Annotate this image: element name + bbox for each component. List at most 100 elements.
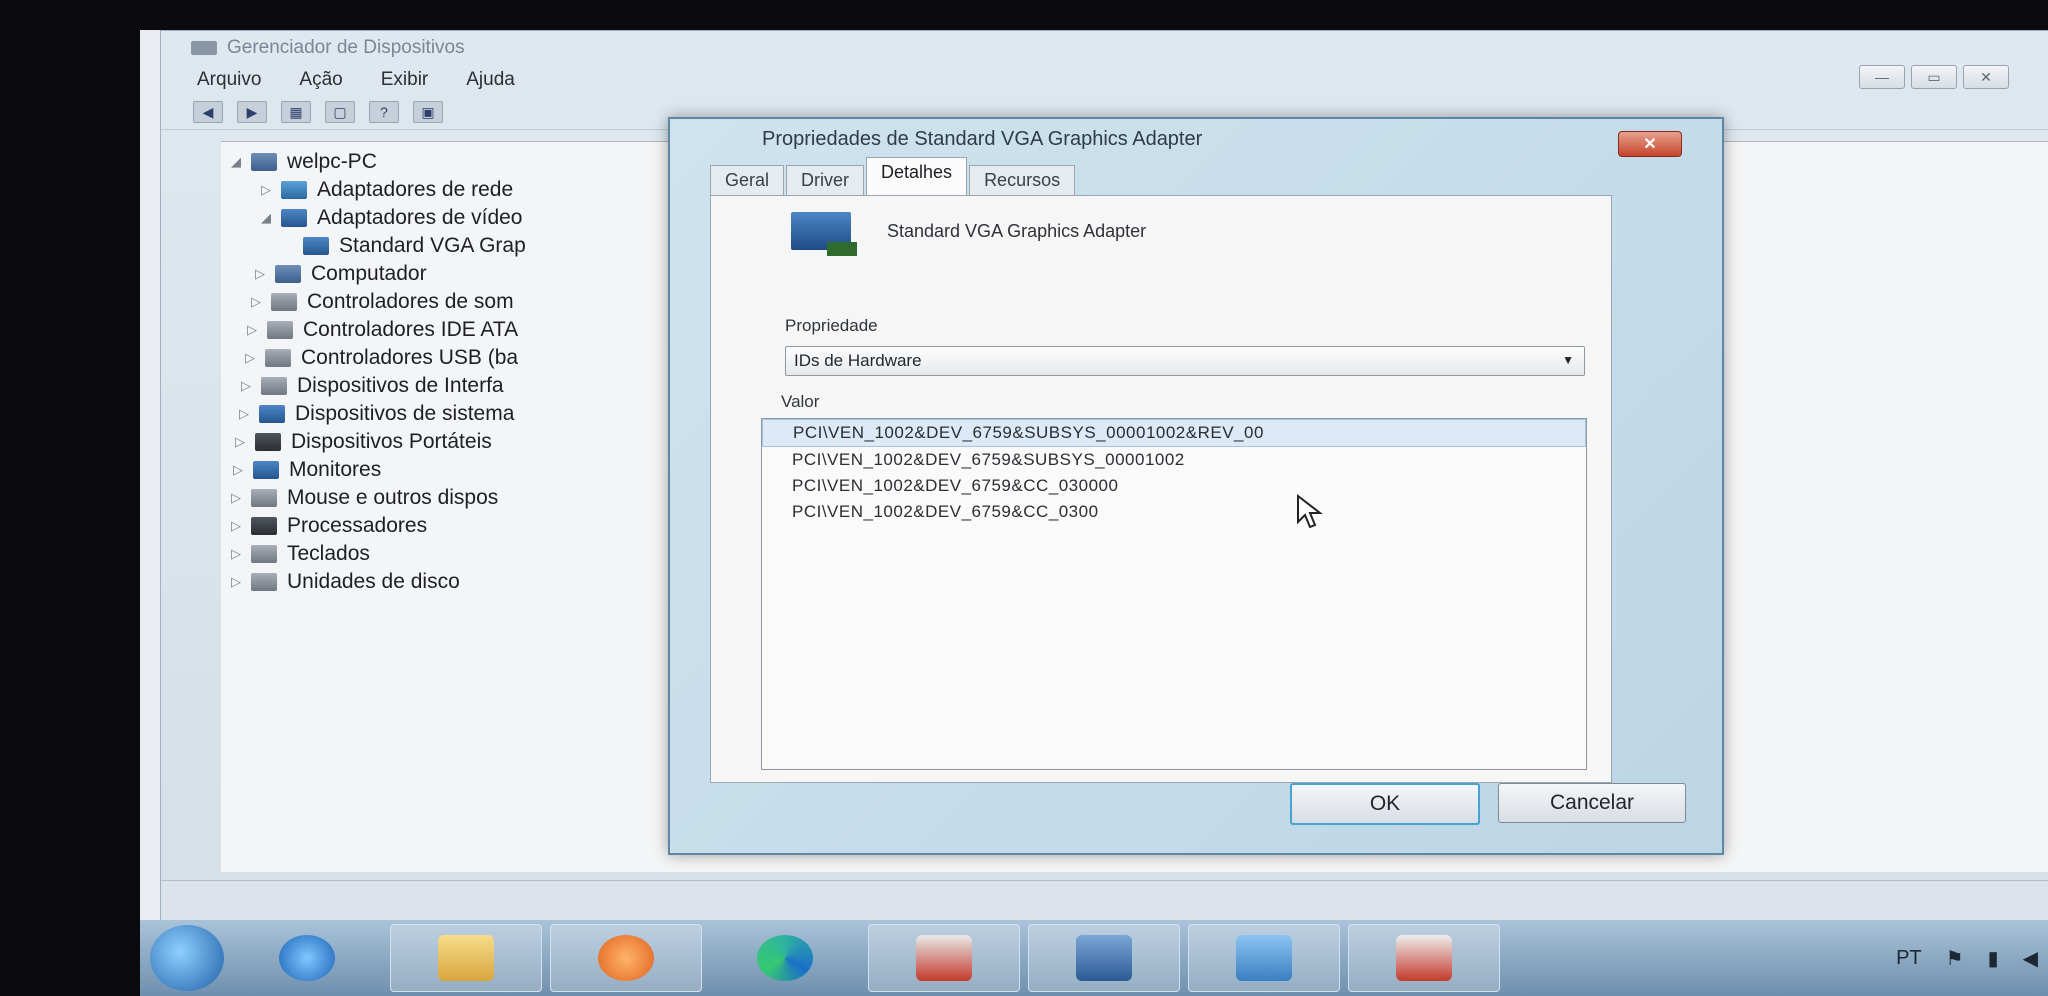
back-icon[interactable]: ◀ [193, 101, 223, 123]
tree-item-label: Processadores [287, 514, 428, 537]
list-item[interactable]: PCI\VEN_1002&DEV_6759&CC_030000 [762, 473, 1586, 499]
maximize-button[interactable]: ▭ [1911, 65, 1957, 89]
ok-button[interactable]: OK [1290, 783, 1480, 825]
tree-item-label: Unidades de disco [287, 570, 460, 593]
disk-icon [251, 573, 277, 591]
window-controls: — ▭ ✕ [1859, 65, 2009, 89]
taskbar-properties-window[interactable] [1348, 924, 1500, 992]
list-item[interactable]: PCI\VEN_1002&DEV_6759&SUBSYS_00001002&RE… [762, 419, 1586, 447]
expand-arrow-icon[interactable]: ▷ [261, 182, 281, 198]
expand-arrow-icon[interactable]: ▷ [231, 574, 251, 590]
network-tray-icon[interactable]: ▮ [1988, 946, 1999, 971]
dialog-title-bar[interactable]: Propriedades de Standard VGA Graphics Ad… [670, 119, 1722, 159]
title-bar: Gerenciador de Dispositivos [161, 31, 2048, 65]
taskbar-control-panel[interactable] [1188, 924, 1340, 992]
flag-icon[interactable]: ⚑ [1946, 946, 1964, 971]
tree-item-label: Adaptadores de vídeo [317, 206, 523, 229]
cancel-button[interactable]: Cancelar [1498, 783, 1686, 823]
tab-detalhes[interactable]: Detalhes [866, 157, 968, 196]
forward-icon[interactable]: ▶ [237, 101, 267, 123]
device-name: Standard VGA Graphics Adapter [887, 220, 1147, 241]
expand-arrow-icon[interactable]: ▷ [251, 294, 271, 310]
language-indicator[interactable]: PT [1896, 947, 1922, 970]
expand-arrow-icon[interactable]: ▷ [255, 266, 275, 282]
expand-arrow-icon[interactable]: ▷ [231, 490, 251, 506]
device-manager-icon [191, 41, 217, 55]
minimize-button[interactable]: — [1859, 65, 1905, 89]
mouse-pointer-icon [1297, 494, 1323, 529]
tab-strip: Geral Driver Detalhes Recursos [710, 157, 1670, 196]
dialog-body: Geral Driver Detalhes Recursos Standard … [710, 157, 1670, 783]
menu-arquivo[interactable]: Arquivo [197, 69, 261, 91]
collapse-arrow-icon[interactable]: ◢ [231, 154, 251, 170]
expand-arrow-icon[interactable]: ▷ [241, 378, 261, 394]
expand-arrow-icon[interactable]: ▷ [239, 406, 259, 422]
tab-geral[interactable]: Geral [710, 165, 785, 195]
list-item[interactable]: PCI\VEN_1002&DEV_6759&CC_0300 [762, 499, 1586, 525]
taskbar-device-manager[interactable] [1028, 924, 1180, 992]
taskbar-file-explorer[interactable] [390, 924, 542, 992]
menu-acao[interactable]: Ação [299, 69, 342, 91]
tab-recursos[interactable]: Recursos [969, 165, 1076, 195]
portable-icon [255, 433, 281, 451]
edge-icon [757, 935, 813, 981]
expand-arrow-icon[interactable]: ▷ [231, 546, 251, 562]
system-icon [259, 405, 285, 423]
device-manager-icon [1076, 935, 1132, 981]
mouse-icon [251, 489, 277, 507]
property-label: Propriedade [785, 316, 878, 335]
property-select[interactable]: IDs de Hardware ▼ [785, 346, 1585, 376]
start-button-icon[interactable] [150, 925, 224, 991]
tree-item-label: Controladores IDE ATA [303, 318, 519, 341]
media-player-icon [598, 935, 654, 981]
window-title: Gerenciador de Dispositivos [227, 37, 465, 58]
system-tray: PT ⚑ ▮ ◀ [1896, 946, 2048, 971]
menu-bar: Arquivo Ação Exibir Ajuda [161, 65, 2048, 95]
value-label: Valor [781, 392, 820, 411]
collapse-arrow-icon[interactable]: ◢ [261, 210, 281, 226]
speaker-icon [271, 293, 297, 311]
display-adapter-icon [303, 237, 329, 255]
menu-ajuda[interactable]: Ajuda [466, 69, 515, 91]
expand-arrow-icon[interactable]: ▷ [235, 434, 255, 450]
properties-window-icon [1396, 935, 1452, 981]
volume-icon[interactable]: ◀ [2023, 946, 2038, 971]
close-window-button[interactable]: ✕ [1963, 65, 2009, 89]
tree-item-label: Dispositivos de Interfa [297, 374, 504, 397]
tab-driver[interactable]: Driver [786, 165, 865, 195]
show-hide-icon[interactable]: ▢ [325, 101, 355, 123]
expand-arrow-icon[interactable]: ▷ [233, 462, 253, 478]
list-item[interactable]: PCI\VEN_1002&DEV_6759&SUBSYS_00001002 [762, 447, 1586, 473]
tree-item-label: Dispositivos de sistema [295, 402, 515, 425]
ide-icon [267, 321, 293, 339]
taskbar-edge[interactable] [710, 925, 860, 991]
toolbox-icon [916, 935, 972, 981]
hid-icon [261, 377, 287, 395]
chevron-down-icon[interactable]: ▼ [1562, 353, 1574, 367]
property-select-value: IDs de Hardware [794, 351, 922, 370]
expand-arrow-icon[interactable]: ▷ [245, 350, 265, 366]
tree-item-label: Mouse e outros dispos [287, 486, 499, 509]
taskbar-toolbox[interactable] [868, 924, 1020, 992]
properties-dialog: Propriedades de Standard VGA Graphics Ad… [668, 117, 1724, 855]
device-header: Standard VGA Graphics Adapter [711, 196, 1611, 266]
properties-icon[interactable]: ▦ [281, 101, 311, 123]
tree-item-label: Adaptadores de rede [317, 178, 514, 201]
scan-hardware-icon[interactable]: ▣ [413, 101, 443, 123]
help-icon[interactable]: ? [369, 101, 399, 123]
tree-item-label: Monitores [289, 458, 382, 481]
taskbar-media-player[interactable] [550, 924, 702, 992]
expand-arrow-icon[interactable]: ▷ [247, 322, 267, 338]
keyboard-icon [251, 545, 277, 563]
menu-exibir[interactable]: Exibir [381, 69, 429, 91]
tree-item-label: Controladores USB (ba [301, 346, 519, 369]
tree-item-label: Controladores de som [307, 290, 514, 313]
expand-arrow-icon[interactable]: ▷ [231, 518, 251, 534]
value-list[interactable]: PCI\VEN_1002&DEV_6759&SUBSYS_00001002&RE… [761, 418, 1587, 770]
network-icon [281, 181, 307, 199]
tree-item-label: Standard VGA Grap [339, 234, 526, 257]
internet-explorer-icon [279, 935, 335, 981]
taskbar-internet-explorer[interactable] [232, 925, 382, 991]
control-panel-icon [1236, 935, 1292, 981]
dialog-close-button[interactable]: ✕ [1618, 131, 1682, 157]
